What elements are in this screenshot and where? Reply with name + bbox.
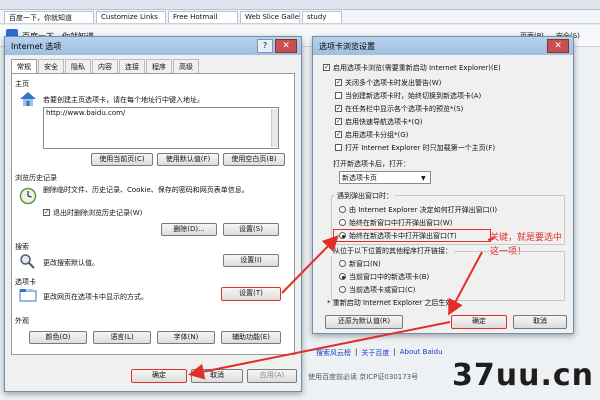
arrow-annotation	[487, 237, 495, 241]
separator: |	[393, 348, 396, 356]
page-links: 搜索风云榜 | 关于百度 | About Baidu	[316, 348, 443, 358]
separator: |	[355, 348, 358, 356]
page-footer[interactable]: 使用百度前必读 京ICP证030173号	[308, 372, 418, 382]
annotation-arrows	[188, 235, 495, 380]
arrow-tabs-settings	[281, 235, 339, 294]
watermark: 37uu.cn	[452, 358, 594, 393]
arrow-to-ok	[448, 251, 483, 316]
link-about-baidu-en[interactable]: About Baidu	[400, 348, 443, 358]
link-top-search[interactable]: 搜索风云榜	[316, 348, 351, 358]
link-about-baidu-cn[interactable]: 关于百度	[361, 348, 389, 358]
